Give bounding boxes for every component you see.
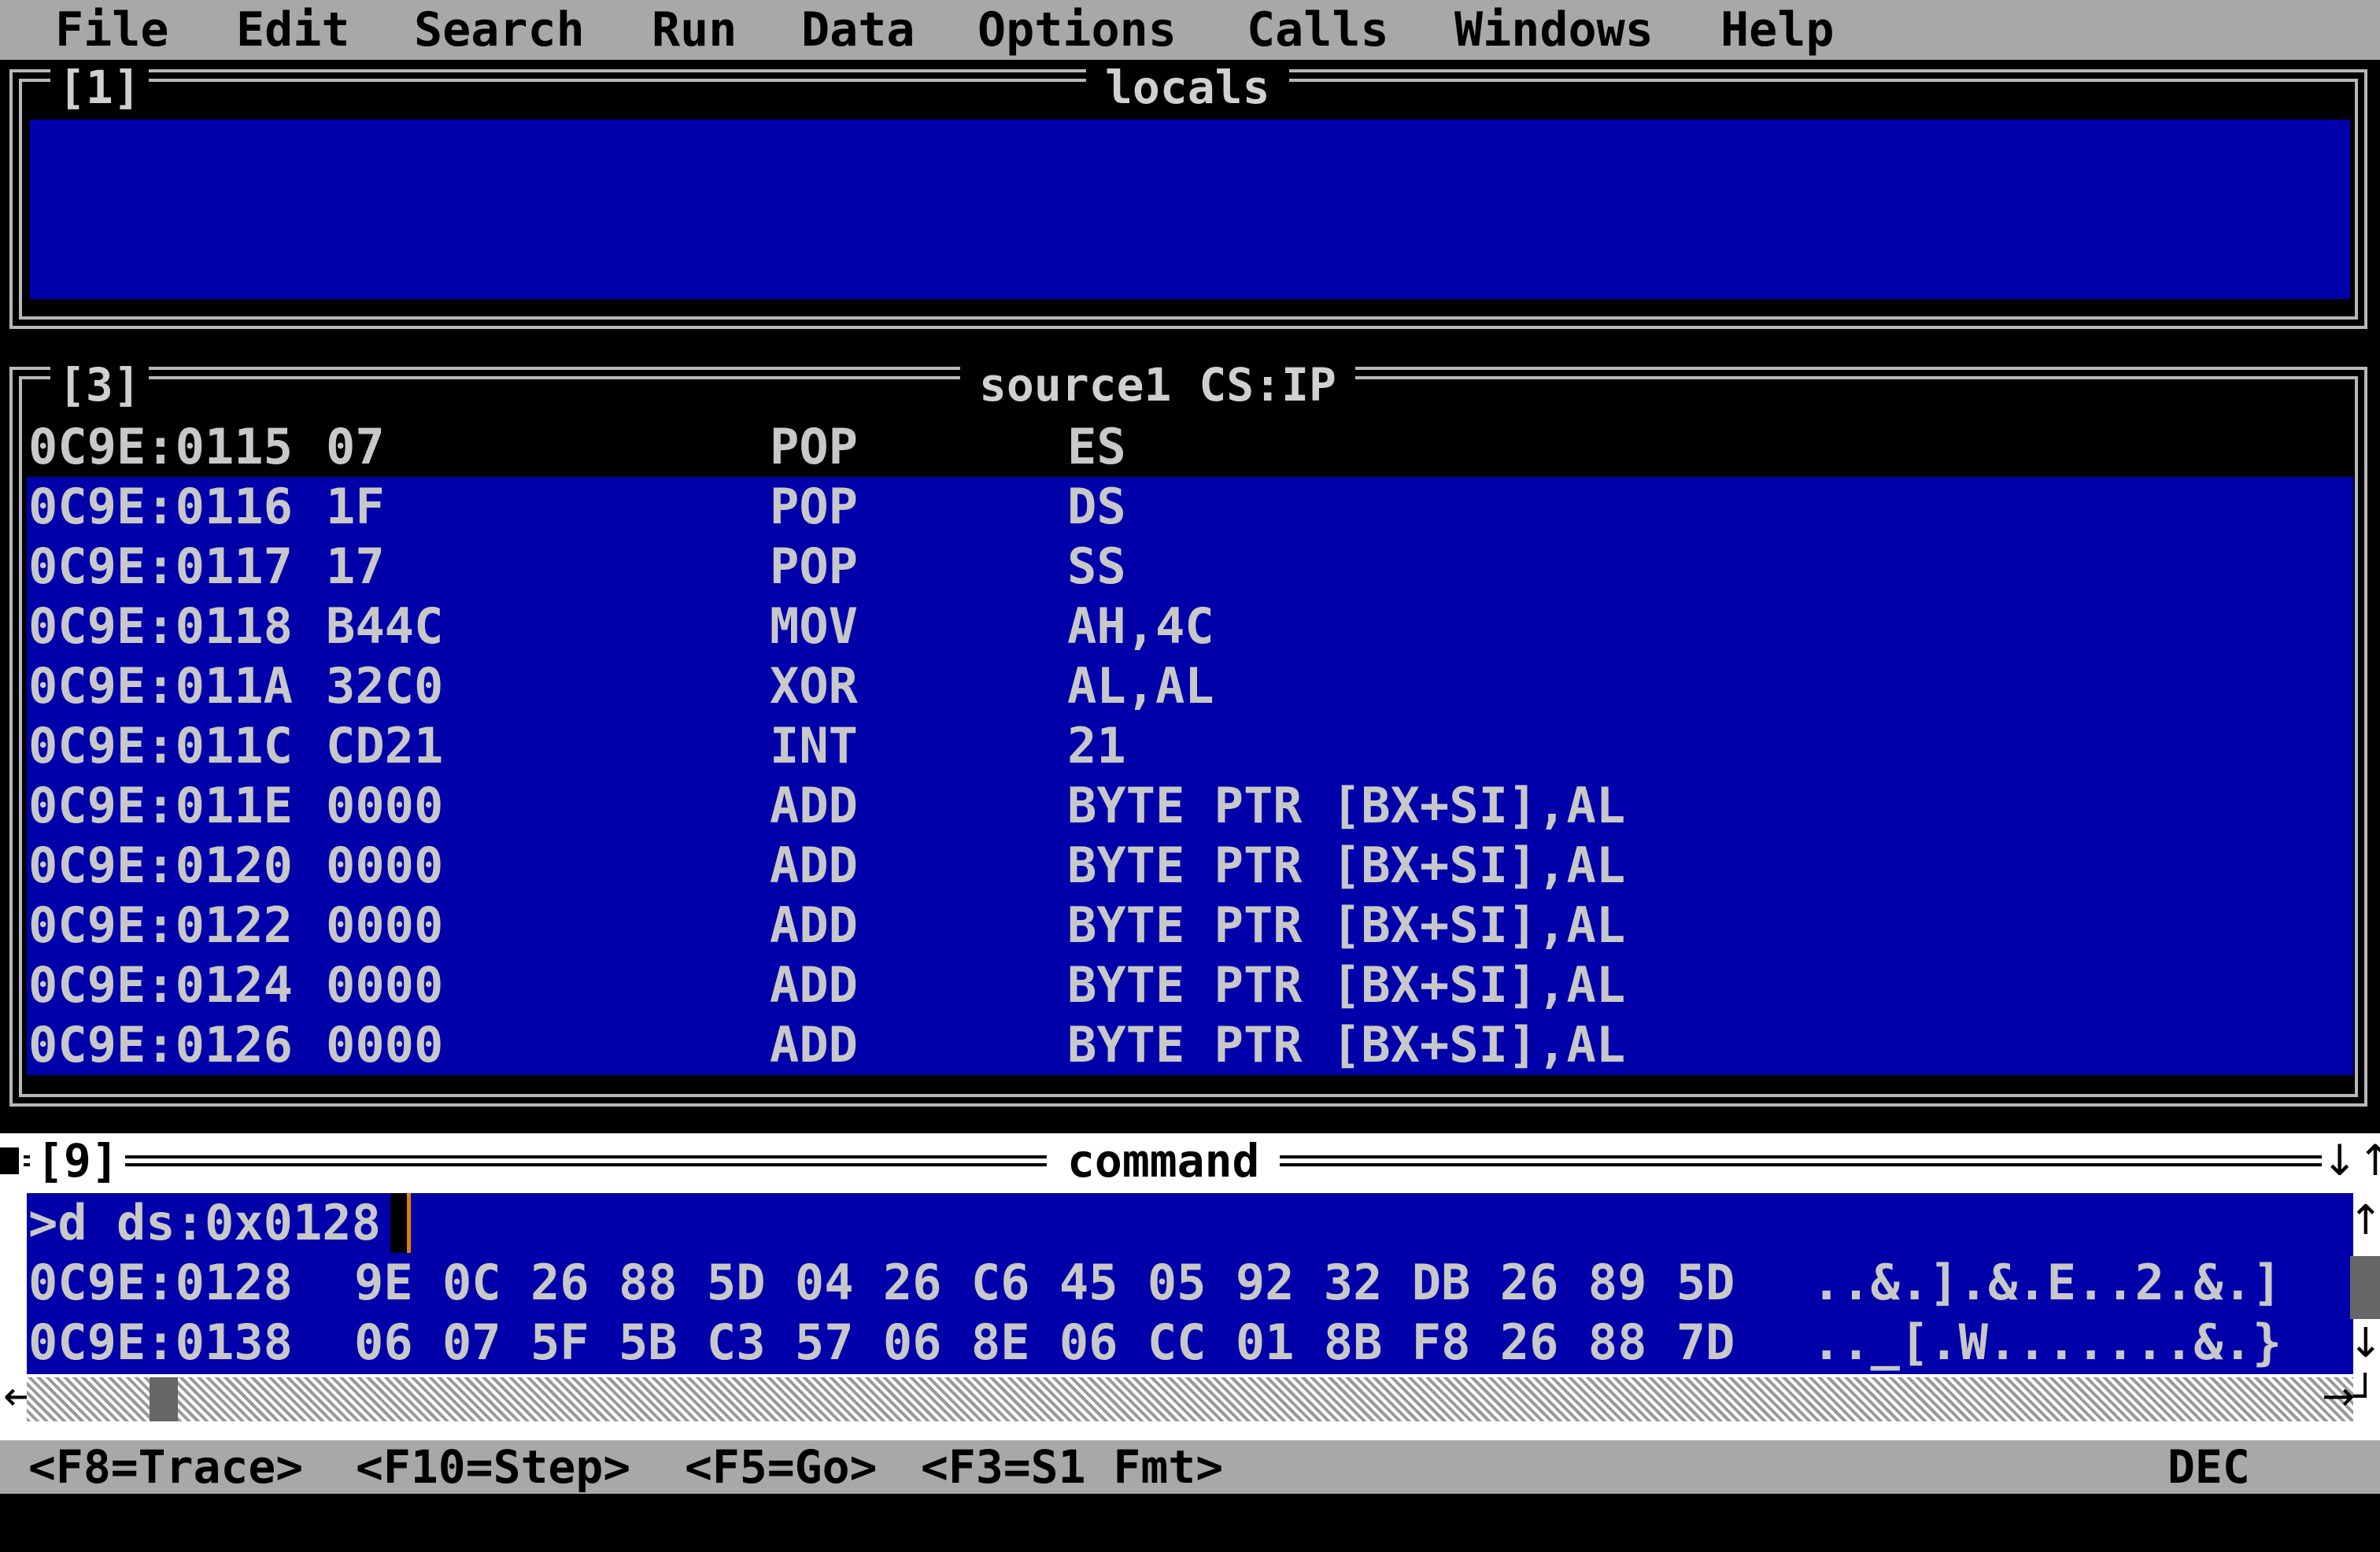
menu-help[interactable]: Help bbox=[1720, 0, 1835, 60]
disasm-opcode: POP bbox=[770, 418, 858, 475]
menu-options[interactable]: Options bbox=[978, 0, 1177, 60]
disasm-address: 0C9E:011A bbox=[28, 657, 293, 715]
disasm-opcode: ADD bbox=[770, 956, 858, 1014]
window-close-box[interactable] bbox=[0, 1147, 19, 1174]
scroll-down-arrow-icon[interactable]: ↓ bbox=[2349, 1316, 2380, 1371]
disasm-operands: BYTE PTR [BX+SI],AL bbox=[1067, 956, 1626, 1014]
disasm-bytes: CD21 bbox=[326, 717, 444, 774]
disasm-bytes: 32C0 bbox=[326, 657, 444, 715]
locals-content[interactable] bbox=[30, 120, 2350, 299]
memory-dump-row[interactable]: 0C9E:0128 9E 0C 26 88 5D 04 26 C6 45 05 … bbox=[28, 1253, 2282, 1313]
disasm-bytes: 0000 bbox=[326, 1016, 444, 1073]
disasm-bytes: 0000 bbox=[326, 777, 444, 834]
memory-dump-row[interactable]: 0C9E:0138 06 07 5F 5B C3 57 06 8E 06 CC … bbox=[28, 1313, 2282, 1373]
horizontal-scrollbar[interactable] bbox=[27, 1377, 2353, 1421]
resize-corner-icon[interactable]: ┘ bbox=[2353, 1371, 2377, 1421]
key-trace-button[interactable]: <F8=Trace> bbox=[28, 1440, 303, 1494]
menu-edit[interactable]: Edit bbox=[236, 0, 350, 60]
source-window-title: source1 CS:IP bbox=[960, 357, 1355, 412]
disasm-bytes: 17 bbox=[326, 538, 385, 595]
command-window-number: [9] bbox=[30, 1133, 125, 1188]
disasm-row-current[interactable]: 0C9E:0115 07 POP ES bbox=[28, 417, 1126, 477]
text-cursor bbox=[390, 1193, 411, 1253]
dump-hex: 9E 0C 26 88 5D 04 26 C6 45 05 92 32 DB 2… bbox=[354, 1254, 1735, 1311]
command-window-title: command bbox=[1047, 1133, 1281, 1188]
disasm-operands: BYTE PTR [BX+SI],AL bbox=[1067, 837, 1626, 894]
disasm-address: 0C9E:0124 bbox=[28, 956, 293, 1014]
dump-ascii: .._[.W.......&.} bbox=[1812, 1314, 2282, 1371]
scroll-up-arrow-icon[interactable]: ↑ bbox=[2349, 1193, 2380, 1248]
disasm-row[interactable]: 0C9E:011C CD21 INT 21 bbox=[28, 716, 1126, 776]
disasm-operands: BYTE PTR [BX+SI],AL bbox=[1067, 896, 1626, 954]
menu-file[interactable]: File bbox=[55, 0, 169, 60]
disasm-operands: BYTE PTR [BX+SI],AL bbox=[1067, 1016, 1626, 1073]
locals-window-title: locals bbox=[1086, 60, 1289, 115]
disasm-operands: ES bbox=[1067, 418, 1126, 475]
disasm-operands: BYTE PTR [BX+SI],AL bbox=[1067, 777, 1626, 834]
disasm-operands: DS bbox=[1067, 478, 1126, 535]
disasm-operands: AL,AL bbox=[1067, 657, 1214, 715]
locals-window-number: [1] bbox=[50, 60, 149, 115]
disasm-row[interactable]: 0C9E:011A 32C0 XOR AL,AL bbox=[28, 656, 1214, 716]
vertical-scroll-thumb[interactable] bbox=[2350, 1256, 2380, 1319]
disasm-opcode: MOV bbox=[770, 597, 858, 655]
horizontal-scroll-thumb[interactable] bbox=[150, 1377, 178, 1421]
disasm-bytes: B44C bbox=[326, 597, 444, 655]
disasm-row[interactable]: 0C9E:0126 0000 ADD BYTE PTR [BX+SI],AL bbox=[28, 1015, 1625, 1075]
disasm-operands: AH,4C bbox=[1067, 597, 1214, 655]
disasm-row[interactable]: 0C9E:0120 0000 ADD BYTE PTR [BX+SI],AL bbox=[28, 836, 1625, 896]
disasm-opcode: POP bbox=[770, 478, 858, 535]
key-source-format-button[interactable]: <F3=S1 Fmt> bbox=[921, 1440, 1223, 1494]
source-window-number: [3] bbox=[50, 357, 149, 412]
menu-run[interactable]: Run bbox=[652, 0, 737, 60]
disasm-bytes: 0000 bbox=[326, 837, 444, 894]
disasm-row[interactable]: 0C9E:0117 17 POP SS bbox=[28, 537, 1126, 597]
menu-calls[interactable]: Calls bbox=[1247, 0, 1389, 60]
menu-bar: File Edit Search Run Data Options Calls … bbox=[0, 0, 2380, 60]
disasm-opcode: ADD bbox=[770, 837, 858, 894]
disasm-opcode: ADD bbox=[770, 1016, 858, 1073]
disasm-row[interactable]: 0C9E:0118 B44C MOV AH,4C bbox=[28, 597, 1214, 656]
disasm-row[interactable]: 0C9E:011E 0000 ADD BYTE PTR [BX+SI],AL bbox=[28, 776, 1625, 836]
menu-search[interactable]: Search bbox=[414, 0, 585, 60]
menu-data[interactable]: Data bbox=[801, 0, 915, 60]
disasm-opcode: POP bbox=[770, 538, 858, 595]
disasm-bytes: 0000 bbox=[326, 956, 444, 1014]
disasm-address: 0C9E:011C bbox=[28, 717, 293, 774]
key-step-button[interactable]: <F10=Step> bbox=[356, 1440, 630, 1494]
disasm-row[interactable]: 0C9E:0122 0000 ADD BYTE PTR [BX+SI],AL bbox=[28, 896, 1625, 955]
disasm-bytes: 0000 bbox=[326, 896, 444, 954]
dump-address: 0C9E:0138 bbox=[28, 1314, 293, 1371]
disasm-opcode: ADD bbox=[770, 777, 858, 834]
scroll-right-arrow-icon[interactable]: → bbox=[2322, 1371, 2355, 1421]
radix-indicator: DEC bbox=[2168, 1440, 2250, 1494]
command-prompt-line[interactable]: >d ds:0x0128 bbox=[28, 1193, 411, 1253]
disasm-opcode: ADD bbox=[770, 896, 858, 954]
disasm-opcode: XOR bbox=[770, 657, 858, 715]
maximize-arrows-icon[interactable]: ↓↑ bbox=[2322, 1133, 2380, 1188]
disasm-address: 0C9E:0117 bbox=[28, 538, 293, 595]
disasm-bytes: 1F bbox=[326, 478, 385, 535]
key-go-button[interactable]: <F5=Go> bbox=[685, 1440, 877, 1494]
disasm-address: 0C9E:0115 bbox=[28, 418, 293, 475]
menu-windows[interactable]: Windows bbox=[1454, 0, 1654, 60]
disasm-operands: SS bbox=[1067, 538, 1126, 595]
disasm-address: 0C9E:0122 bbox=[28, 896, 293, 954]
disasm-operands: 21 bbox=[1067, 717, 1126, 774]
status-bar: <F8=Trace> <F10=Step> <F5=Go> <F3=S1 Fmt… bbox=[0, 1440, 2380, 1494]
disasm-address: 0C9E:0120 bbox=[28, 837, 293, 894]
disasm-address: 0C9E:011E bbox=[28, 777, 293, 834]
disasm-opcode: INT bbox=[770, 717, 858, 774]
disasm-address: 0C9E:0126 bbox=[28, 1016, 293, 1073]
disasm-address: 0C9E:0118 bbox=[28, 597, 293, 655]
dump-address: 0C9E:0128 bbox=[28, 1254, 293, 1311]
disasm-row[interactable]: 0C9E:0116 1F POP DS bbox=[28, 477, 1126, 537]
command-input[interactable]: >d ds:0x0128 bbox=[28, 1193, 381, 1253]
disasm-row[interactable]: 0C9E:0124 0000 ADD BYTE PTR [BX+SI],AL bbox=[28, 955, 1625, 1015]
dump-ascii: ..&.].&.E..2.&.] bbox=[1812, 1254, 2282, 1311]
dump-hex: 06 07 5F 5B C3 57 06 8E 06 CC 01 8B F8 2… bbox=[354, 1314, 1735, 1371]
disasm-address: 0C9E:0116 bbox=[28, 478, 293, 535]
disasm-bytes: 07 bbox=[326, 418, 385, 475]
